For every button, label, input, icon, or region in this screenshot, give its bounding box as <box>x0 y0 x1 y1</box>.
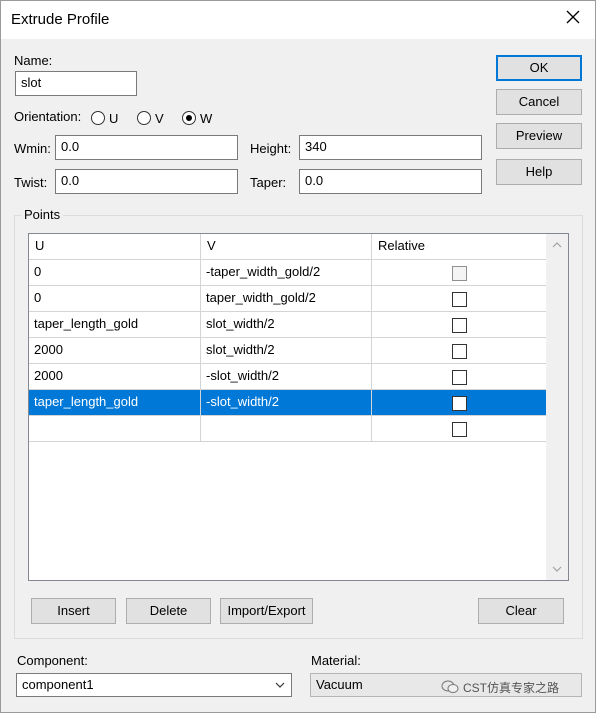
table-row[interactable]: taper_length_gold slot_width/2 <box>29 312 547 338</box>
height-label: Height: <box>250 141 292 156</box>
radio-button-u[interactable] <box>91 111 105 125</box>
points-table-body: 0 -taper_width_gold/2 0 taper_width_gold/2 t… <box>29 260 547 442</box>
twist-field[interactable]: 0.0 <box>55 169 238 194</box>
table-row[interactable]: 2000 slot_width/2 <box>29 338 547 364</box>
help-button[interactable]: Help <box>496 159 582 185</box>
radio-button-w[interactable] <box>182 111 196 125</box>
wmin-label: Wmin: <box>14 141 51 156</box>
cell-u[interactable] <box>29 416 201 442</box>
cell-v[interactable]: slot_width/2 <box>201 312 372 338</box>
component-select-value: component1 <box>22 677 94 692</box>
component-select[interactable]: component1 <box>16 673 292 697</box>
orientation-radio-w-label: W <box>200 110 213 126</box>
taper-field[interactable]: 0.0 <box>299 169 482 194</box>
import-export-button[interactable]: Import/Export <box>220 598 313 624</box>
relative-checkbox[interactable] <box>451 292 467 307</box>
relative-checkbox[interactable] <box>451 370 467 385</box>
cell-v[interactable]: -slot_width/2 <box>201 390 372 416</box>
cell-u[interactable]: 0 <box>29 260 201 286</box>
close-icon[interactable] <box>565 9 581 25</box>
table-row[interactable]: taper_length_gold -slot_width/2 <box>29 390 547 416</box>
points-group-title: Points <box>21 207 64 222</box>
wechat-icon <box>441 680 459 693</box>
name-label: Name: <box>14 53 53 68</box>
cell-v[interactable]: slot_width/2 <box>201 338 372 364</box>
orientation-radio-u[interactable]: U <box>91 109 118 127</box>
column-header-relative[interactable]: Relative <box>372 234 547 260</box>
radio-button-v[interactable] <box>137 111 151 125</box>
points-table-header: U V Relative <box>29 234 547 260</box>
orientation-label: Orientation: <box>14 109 82 124</box>
insert-button[interactable]: Insert <box>31 598 116 624</box>
cell-u[interactable]: taper_length_gold <box>29 312 201 338</box>
table-row[interactable]: 0 -taper_width_gold/2 <box>29 260 547 286</box>
table-row[interactable] <box>29 416 547 442</box>
cancel-button[interactable]: Cancel <box>496 89 582 115</box>
clear-button[interactable]: Clear <box>478 598 564 624</box>
cell-relative <box>372 312 547 338</box>
points-table[interactable]: U V Relative 0 -taper_width_gold/2 0 taper_… <box>28 233 569 581</box>
preview-button[interactable]: Preview <box>496 123 582 149</box>
orientation-radio-u-label: U <box>109 110 119 126</box>
height-field[interactable]: 340 <box>299 135 482 160</box>
relative-checkbox[interactable] <box>451 422 467 437</box>
table-row[interactable]: 2000 -slot_width/2 <box>29 364 547 390</box>
relative-checkbox[interactable] <box>451 344 467 359</box>
points-table-scrollbar[interactable] <box>546 234 568 580</box>
cell-relative <box>372 338 547 364</box>
orientation-radio-v-label: V <box>155 110 164 126</box>
relative-checkbox[interactable] <box>451 396 467 411</box>
ok-button[interactable]: OK <box>496 55 582 81</box>
delete-button[interactable]: Delete <box>126 598 211 624</box>
watermark: CST仿真专家之路 <box>441 678 559 696</box>
table-row[interactable]: 0 taper_width_gold/2 <box>29 286 547 312</box>
cell-v[interactable]: -slot_width/2 <box>201 364 372 390</box>
cell-relative <box>372 286 547 312</box>
component-label: Component: <box>17 653 88 668</box>
chevron-down-icon[interactable] <box>275 681 285 689</box>
orientation-radio-v[interactable]: V <box>137 109 164 127</box>
orientation-radio-w[interactable]: W <box>182 109 212 127</box>
cell-u[interactable]: 2000 <box>29 338 201 364</box>
chevron-up-icon[interactable] <box>552 240 562 250</box>
extrude-profile-dialog: Extrude Profile Name: slot Orientation: … <box>0 0 596 713</box>
name-field[interactable]: slot <box>15 71 137 96</box>
window-title: Extrude Profile <box>11 11 110 28</box>
column-header-v[interactable]: V <box>201 234 372 260</box>
relative-checkbox[interactable] <box>451 266 467 281</box>
title-bar: Extrude Profile <box>1 1 595 39</box>
cell-relative <box>372 364 547 390</box>
cell-u[interactable]: 0 <box>29 286 201 312</box>
cell-relative <box>372 416 547 442</box>
cell-v[interactable]: taper_width_gold/2 <box>201 286 372 312</box>
column-header-u[interactable]: U <box>29 234 201 260</box>
chevron-down-icon[interactable] <box>552 564 562 574</box>
taper-label: Taper: <box>250 175 287 190</box>
cell-u[interactable]: 2000 <box>29 364 201 390</box>
cell-relative <box>372 260 547 286</box>
twist-label: Twist: <box>14 175 48 190</box>
cell-v[interactable]: -taper_width_gold/2 <box>201 260 372 286</box>
wmin-field[interactable]: 0.0 <box>55 135 238 160</box>
watermark-text: CST仿真专家之路 <box>463 680 560 695</box>
cell-v[interactable] <box>201 416 372 442</box>
material-value: Vacuum <box>316 677 363 692</box>
cell-relative <box>372 390 547 416</box>
relative-checkbox[interactable] <box>451 318 467 333</box>
material-label: Material: <box>311 653 361 668</box>
cell-u[interactable]: taper_length_gold <box>29 390 201 416</box>
